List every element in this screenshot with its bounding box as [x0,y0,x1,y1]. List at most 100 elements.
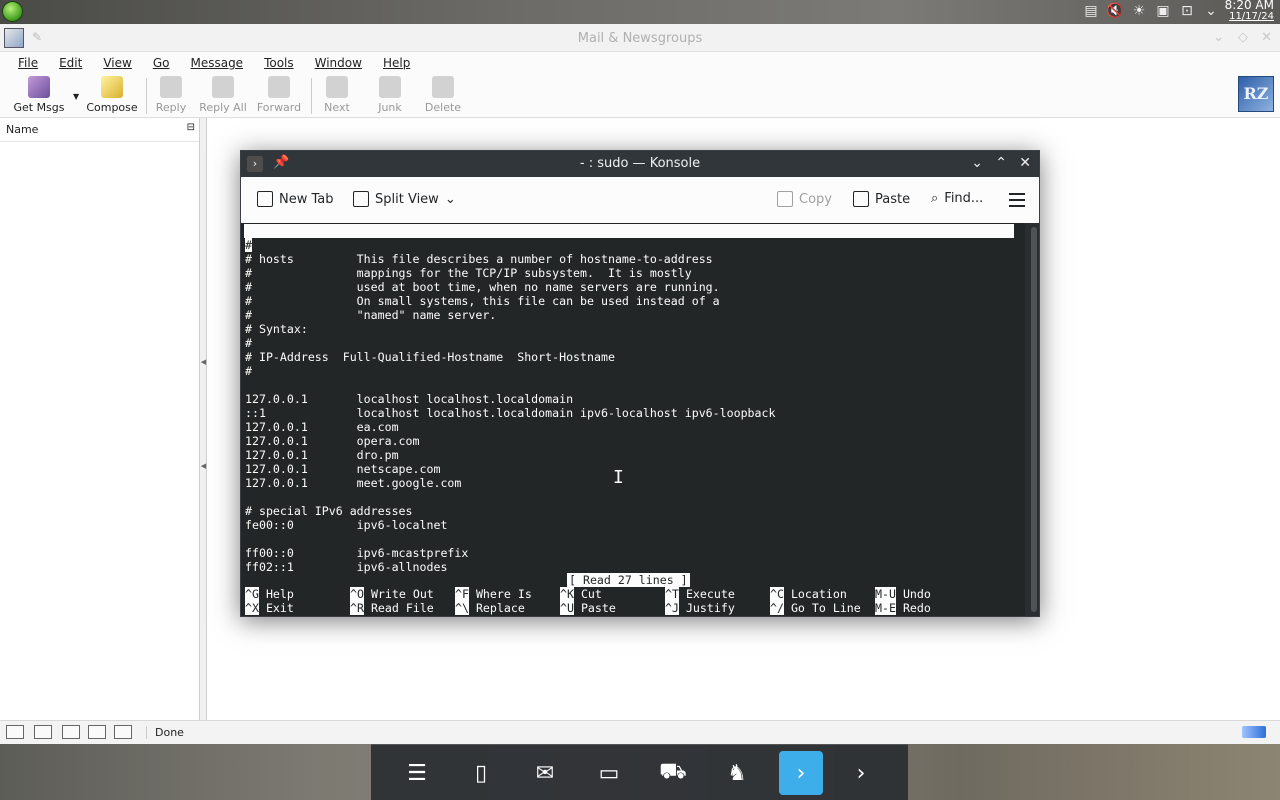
nano-shortcut: ^K Cut [560,587,602,601]
close-icon[interactable]: ✕ [1261,30,1272,45]
online-status-icon[interactable] [1242,726,1266,738]
settings-icon[interactable]: ☰ [395,751,439,795]
dragon-icon[interactable]: ♞ [715,751,759,795]
maximize-icon[interactable]: ◇ [1238,30,1248,45]
reply-all-label: Reply All [199,101,247,114]
brightness-icon[interactable]: ☀ [1130,2,1148,20]
nano-shortcut: ^U Paste [560,601,616,615]
konsole-icon[interactable]: › [839,751,883,795]
copy-icon [777,191,793,207]
shortcut-key: ^K [560,587,574,601]
speaker-muted-icon[interactable]: 🔇 [1106,2,1124,20]
nano-line: # "named" name server. [245,308,497,322]
shortcut-key: ^O [350,587,364,601]
compose-button[interactable]: Compose [82,76,142,114]
clipboard-icon[interactable]: ▤ [1082,2,1100,20]
compose-icon [101,76,123,98]
menu-tools[interactable]: Tools [264,56,294,70]
folder-column-header[interactable]: Name ⊟ [0,118,199,142]
nano-shortcut-bar: ^G Help ^O Write Out ^F Where Is ^K Cut ^T E… [245,587,985,615]
menu-message[interactable]: Message [190,56,243,70]
split-view-label: Split View [375,191,439,207]
nano-line: ff00::0 ipv6-mcastprefix [245,546,469,560]
mail-app-icon[interactable]: ✉ [523,751,567,795]
konsole-titlebar[interactable]: › 📌 - : sudo — Konsole ⌄ ⌃ ✕ [241,151,1039,177]
find-button[interactable]: ⌕ Find... [931,191,983,206]
reply-all-button[interactable]: Reply All [193,76,253,114]
launcher-icon[interactable] [2,1,23,22]
shortcut-label: Go To Line [790,601,861,615]
hamburger-menu-icon[interactable] [1009,193,1025,211]
save-icon[interactable]: ▣ [1154,2,1172,20]
navigator-icon[interactable] [6,725,24,739]
nano-status-message: [ Read 27 lines ] [567,573,690,587]
close-icon[interactable]: ✕ [1019,155,1031,171]
reply-icon [160,76,182,98]
minimize-icon[interactable]: ⌄ [1213,30,1224,45]
document-icon[interactable]: ▯ [459,751,503,795]
menu-edit[interactable]: Edit [59,56,82,70]
mail-toolbar: Get Msgs ▼ Compose Reply Reply All Forwa… [0,74,1280,118]
maximize-icon[interactable]: ⌃ [995,155,1007,171]
nano-line: # Syntax: [245,322,308,336]
shortcut-key: ^C [770,587,784,601]
reply-button[interactable]: Reply [141,76,201,114]
mail-titlebar[interactable]: ✎ Mail & Newsgroups ⌄ ◇ ✕ [0,24,1280,52]
nano-shortcut: M-U Undo [875,587,931,601]
brand-logo[interactable]: RZ [1238,76,1274,112]
nano-shortcut: ^\ Replace [455,601,525,615]
nano-titlebar: GNU nano 8.2 /etc/hosts [244,224,1014,266]
chevron-down-icon[interactable]: ⌄ [1202,2,1220,20]
next-button[interactable]: Next [307,76,367,114]
reply-label: Reply [155,101,187,114]
menu-window[interactable]: Window [315,56,362,70]
delete-button[interactable]: Delete [413,76,473,114]
folder-icon[interactable]: ▭ [587,751,631,795]
get-msgs-dropdown-icon[interactable]: ▼ [73,92,79,101]
pane-splitter[interactable]: ◀ ◀ [200,118,207,720]
nano-shortcut: ^R Read File [350,601,434,615]
splitter-grip-icon[interactable]: ◀ [200,358,207,366]
konsole-window-title: - : sudo — Konsole [579,156,701,171]
paste-label: Paste [875,191,911,207]
nano-line: # mappings for the TCP/IP subsystem. It … [245,266,692,280]
clock[interactable]: 8:20 AM 11/17/24 [1225,0,1274,22]
copy-button[interactable]: Copy [777,191,832,207]
shortcut-key: ^R [350,601,364,615]
menu-go[interactable]: Go [153,56,170,70]
next-icon [326,76,348,98]
mail-icon[interactable] [34,725,52,739]
splitter-grip-icon[interactable]: ◀ [200,462,207,470]
store-icon[interactable]: ⛟ [651,751,695,795]
get-msgs-button[interactable]: Get Msgs [9,76,69,114]
address-book-icon[interactable] [88,725,106,739]
nano-editor-buffer[interactable]: # # hosts This file describes a number of… [245,238,775,574]
menu-help[interactable]: Help [383,56,410,70]
chat-icon[interactable] [114,725,132,739]
clock-time: 8:20 AM [1224,0,1274,12]
nano-line: # [245,238,775,252]
nano-shortcut: ^T Execute [665,587,735,601]
nano-shortcut: ^F Where Is [455,587,532,601]
menu-view[interactable]: View [103,56,131,70]
mail-window-title: Mail & Newsgroups [577,31,703,46]
mouse-ibeam-cursor-icon: I [613,467,624,488]
shortcut-key: M-U [875,587,896,601]
new-tab-button[interactable]: New Tab [257,191,334,207]
split-view-button[interactable]: Split View ⌄ [353,191,456,207]
column-picker-icon[interactable]: ⊟ [187,122,195,133]
minimize-icon[interactable]: ⌄ [971,155,983,171]
menu-file[interactable]: File [18,56,38,70]
nano-line: ff02::1 ipv6-allnodes [245,560,448,574]
junk-button[interactable]: Junk [360,76,420,114]
network-icon[interactable]: ⊡ [1178,2,1196,20]
status-text: Done [146,726,184,739]
nano-line [245,490,775,504]
forward-button[interactable]: Forward [249,76,309,114]
shortcut-key: ^/ [770,601,784,615]
terminal-scrollbar[interactable] [1031,227,1037,612]
composer-icon[interactable] [62,725,80,739]
paste-button[interactable]: Paste [853,191,910,207]
terminal-view[interactable]: GNU nano 8.2 /etc/hosts # # hosts This fi… [241,223,1037,616]
konsole-icon[interactable]: › [779,751,823,795]
